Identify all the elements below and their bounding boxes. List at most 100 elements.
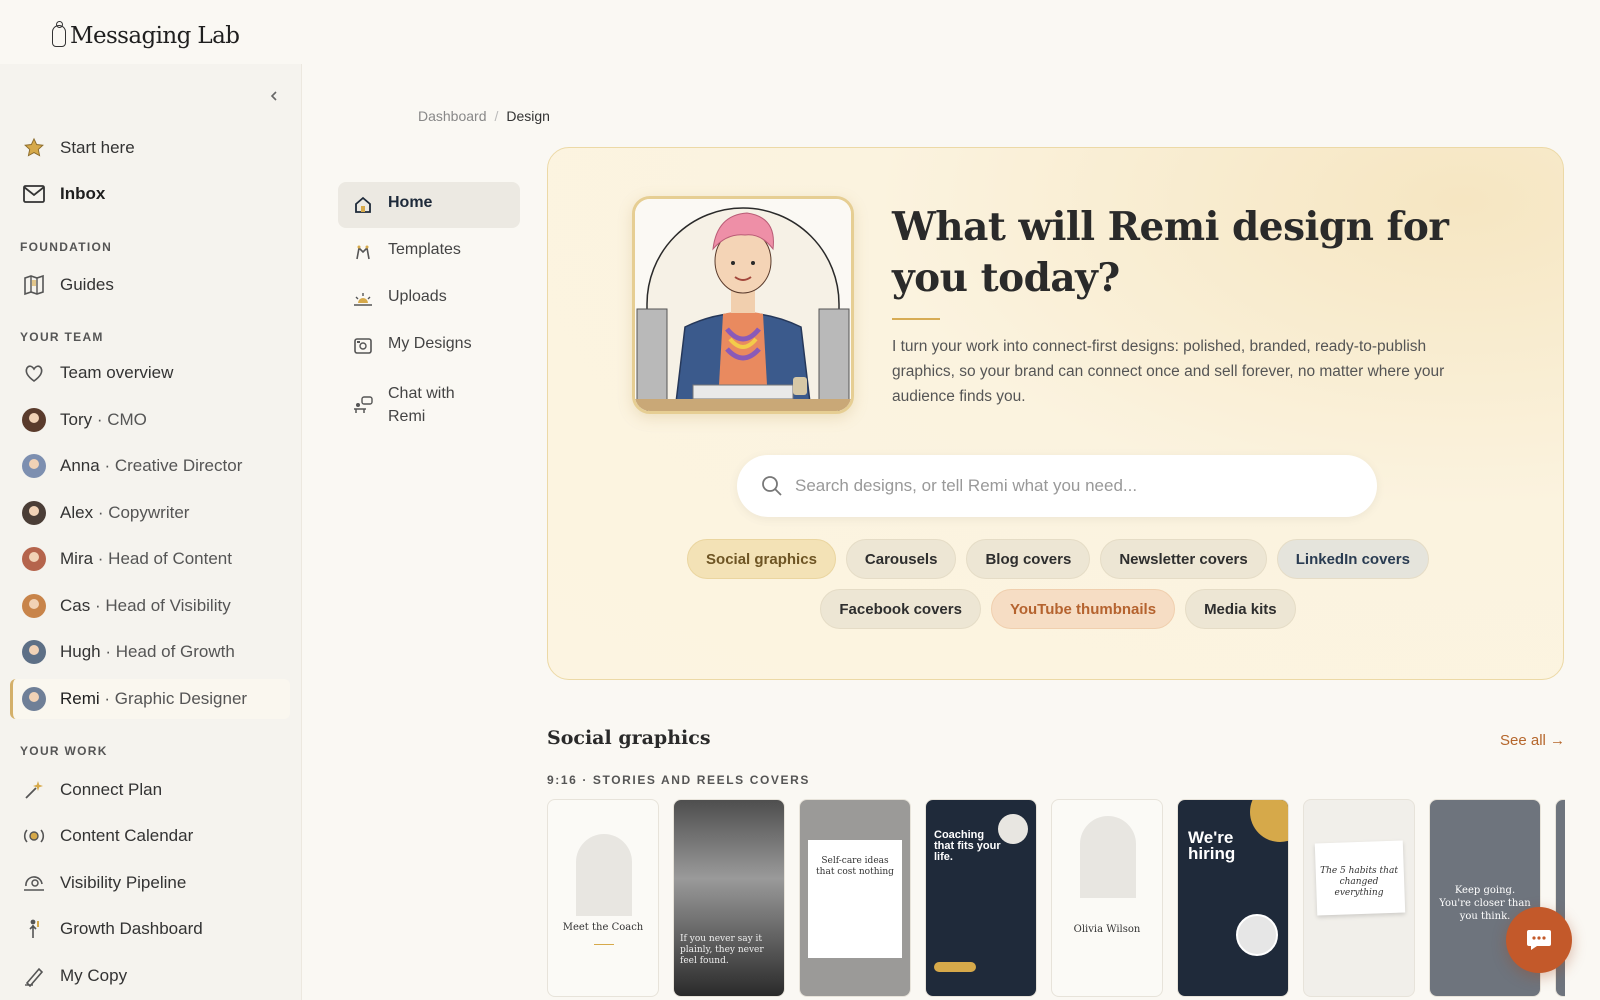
section-sublabel: 9:16 · STORIES AND REELS COVERS — [547, 773, 810, 787]
sidebar-item-team-overview[interactable]: Team overview — [10, 353, 290, 393]
chip-blog-covers[interactable]: Blog covers — [966, 539, 1091, 579]
template-card[interactable]: Coaching that fits your life. — [925, 799, 1037, 997]
chat-desk-icon — [352, 394, 374, 416]
magnifier-pipeline-icon — [22, 871, 46, 895]
template-card[interactable]: We're hiring — [1177, 799, 1289, 997]
sidebar-item-tory[interactable]: Tory · CMO — [10, 400, 290, 440]
sidebar-item-hugh[interactable]: Hugh · Head of Growth — [10, 632, 290, 672]
member-role: · Graphic Designer — [104, 689, 248, 708]
card-text: Meet the Coach — [562, 922, 644, 933]
member-role: · Head of Visibility — [94, 596, 231, 615]
broadcast-icon — [22, 824, 46, 848]
design-search-bar[interactable] — [737, 455, 1377, 517]
see-all-link[interactable]: See all → — [1500, 732, 1565, 749]
hero-description: I turn your work into connect-first desi… — [892, 338, 1445, 405]
section-header-team: YOUR TEAM — [20, 330, 104, 344]
avatar — [22, 547, 46, 571]
chat-fab-button[interactable] — [1506, 907, 1572, 973]
sidebar-item-cas[interactable]: Cas · Head of Visibility — [10, 586, 290, 626]
template-card[interactable]: Olivia Wilson — [1051, 799, 1163, 997]
breadcrumb-current: Design — [506, 108, 550, 124]
member-name: Remi — [60, 689, 100, 708]
collapse-sidebar-button[interactable] — [264, 86, 284, 106]
chevron-left-icon — [270, 91, 277, 101]
sidebar-item-visibility-pipeline[interactable]: Visibility Pipeline — [10, 863, 290, 903]
template-card[interactable]: The 5 habits that changed everything — [1303, 799, 1415, 997]
template-card[interactable]: If you never say it plainly, they never … — [673, 799, 785, 997]
chip-social-graphics[interactable]: Social graphics — [687, 539, 836, 579]
sidebar-item-label: Inbox — [60, 184, 106, 203]
brand-name: Messaging Lab — [70, 23, 240, 49]
upload-sun-icon — [352, 288, 374, 310]
sidebar-item-start-here[interactable]: Start here — [10, 128, 290, 168]
avatar — [22, 640, 46, 664]
sidebar-item-growth-dashboard[interactable]: Growth Dashboard — [10, 909, 290, 949]
template-card-row: Meet the Coach If you never say it plain… — [547, 799, 1565, 1000]
mail-icon — [22, 182, 46, 206]
sidebar-item-label: Start here — [60, 138, 135, 157]
category-chips: Social graphics Carousels Blog covers Ne… — [608, 539, 1508, 629]
subnav-uploads[interactable]: Uploads — [338, 276, 520, 322]
member-role: · Head of Growth — [105, 642, 235, 661]
search-icon — [761, 475, 783, 497]
brand-logo[interactable]: Messaging Lab — [52, 16, 240, 56]
title-underline — [892, 318, 940, 320]
member-name: Hugh — [60, 642, 101, 661]
sidebar-item-connect-plan[interactable]: Connect Plan — [10, 770, 290, 810]
member-name: Alex — [60, 503, 94, 522]
sidebar-item-alex[interactable]: Alex · Copywriter — [10, 493, 290, 533]
sidebar-item-label: My Copy — [60, 966, 128, 985]
member-role: · CMO — [96, 410, 147, 429]
member-role: · Creative Director — [104, 456, 243, 475]
chip-linkedin-covers[interactable]: LinkedIn covers — [1276, 539, 1429, 579]
template-card[interactable]: Meet the Coach — [547, 799, 659, 997]
member-name: Tory — [60, 410, 93, 429]
card-text: Coaching that fits your life. — [934, 829, 1001, 863]
sidebar-item-label: Growth Dashboard — [60, 919, 203, 938]
card-text: We're hiring — [1188, 828, 1236, 863]
subnav-label: Uploads — [388, 288, 447, 305]
sidebar-item-label: Visibility Pipeline — [60, 873, 187, 892]
card-text: Olivia Wilson — [1073, 924, 1141, 935]
sidebar-item-remi[interactable]: Remi · Graphic Designer — [10, 679, 290, 719]
subnav-templates[interactable]: Templates — [338, 229, 520, 275]
subnav-label: Home — [388, 194, 433, 211]
breadcrumb-dashboard-link[interactable]: Dashboard — [418, 108, 487, 124]
card-text: Self-care ideas that cost nothing — [816, 856, 894, 877]
template-card[interactable]: Self-care ideas that cost nothing — [799, 799, 911, 997]
heart-hands-icon — [22, 361, 46, 385]
chip-carousels[interactable]: Carousels — [845, 539, 957, 579]
chip-youtube-thumbnails[interactable]: YouTube thumbnails — [990, 589, 1176, 629]
sidebar-item-guides[interactable]: Guides — [10, 265, 290, 305]
subnav-label: Chat with Remi — [388, 385, 455, 425]
subnav-chat-with-remi[interactable]: Chat with Remi — [338, 370, 520, 440]
chip-newsletter-covers[interactable]: Newsletter covers — [1100, 539, 1267, 579]
sidebar-item-inbox[interactable]: Inbox — [10, 174, 290, 214]
member-name: Mira — [60, 549, 94, 568]
growth-figure-icon — [22, 917, 46, 941]
hero-panel: What will Remi design for you today? I t… — [547, 147, 1564, 680]
sidebar: Start here Inbox FOUNDATION Guides YOUR … — [0, 64, 302, 1000]
sidebar-item-content-calendar[interactable]: Content Calendar — [10, 816, 290, 856]
subnav-home[interactable]: Home — [338, 182, 520, 228]
chip-media-kits[interactable]: Media kits — [1185, 589, 1296, 629]
search-input[interactable] — [795, 476, 1355, 496]
sidebar-item-my-copy[interactable]: My Copy — [10, 956, 290, 996]
avatar — [22, 408, 46, 432]
chip-facebook-covers[interactable]: Facebook covers — [820, 589, 981, 629]
star-icon — [22, 136, 46, 160]
sidebar-item-mira[interactable]: Mira · Head of Content — [10, 539, 290, 579]
member-role: · Head of Content — [97, 549, 232, 568]
member-role: · Copywriter — [97, 503, 190, 522]
card-text: The 5 habits that changed everything — [1320, 866, 1398, 898]
home-icon — [352, 194, 374, 216]
subnav-label: My Designs — [388, 335, 472, 352]
sidebar-item-label: Connect Plan — [60, 780, 163, 799]
sparkle-wand-icon — [22, 778, 46, 802]
avatar — [22, 501, 46, 525]
subnav-my-designs[interactable]: My Designs — [338, 323, 520, 369]
designs-icon — [352, 335, 374, 357]
chat-bubble-icon — [1527, 930, 1551, 950]
section-title-social-graphics: Social graphics — [547, 727, 711, 749]
sidebar-item-anna[interactable]: Anna · Creative Director — [10, 446, 290, 486]
